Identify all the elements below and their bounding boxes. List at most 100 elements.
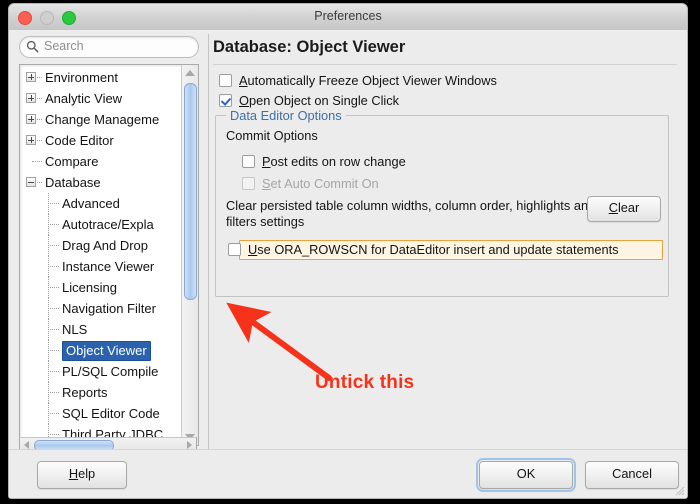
tree-item-label: NLS <box>62 319 87 340</box>
auto-commit-label-rest: et Auto Commit On <box>271 176 379 191</box>
tree-item-autotrace-expla[interactable]: Autotrace/Expla <box>20 214 180 235</box>
auto-commit-mnemonic: S <box>262 176 271 191</box>
window-body: Search EnvironmentAnalytic ViewChange Ma… <box>9 30 687 498</box>
tree-item-advanced[interactable]: Advanced <box>20 193 180 214</box>
auto-freeze-label: Automatically Freeze Object Viewer Windo… <box>239 73 497 88</box>
preferences-window: Preferences Search EnvironmentAnalytic V… <box>8 3 688 499</box>
single-click-checkbox-box[interactable] <box>219 94 232 107</box>
auto-freeze-checkbox-box[interactable] <box>219 74 232 87</box>
ora-rowscn-checkbox-box[interactable] <box>228 243 241 256</box>
scroll-right-icon[interactable] <box>187 441 192 449</box>
auto-commit-checkbox-box <box>242 177 255 190</box>
tree-item-analytic-view[interactable]: Analytic View <box>20 88 180 109</box>
post-edits-checkbox-box[interactable] <box>242 155 255 168</box>
tree-vertical-scrollbar[interactable] <box>181 65 198 445</box>
single-click-mnemonic: O <box>239 93 249 108</box>
tree-item-label: Analytic View <box>45 88 122 109</box>
screenshot-root: Preferences Search EnvironmentAnalytic V… <box>0 0 700 504</box>
post-edits-mnemonic: P <box>262 154 271 169</box>
single-click-label-rest: pen Object on Single Click <box>249 93 399 108</box>
ora-rowscn-mnemonic: U <box>248 242 257 257</box>
scroll-left-icon[interactable] <box>24 441 29 449</box>
tree-item-label: Navigation Filter <box>62 298 156 319</box>
tree-item-nls[interactable]: NLS <box>20 319 180 340</box>
page-title: Database: Object Viewer <box>213 38 405 57</box>
tree-guide-stub <box>48 329 59 331</box>
tree-item-database[interactable]: Database <box>20 172 180 193</box>
tree-guide-stub <box>32 161 42 163</box>
auto-freeze-label-rest: utomatically Freeze Object Viewer Window… <box>248 73 497 88</box>
cancel-button[interactable]: Cancel <box>585 461 679 489</box>
tree-item-object-viewer[interactable]: Object Viewer <box>20 340 180 361</box>
group-title: Data Editor Options <box>226 108 346 123</box>
tree-guide-stub <box>48 434 59 436</box>
tree-item-label: Licensing <box>62 277 117 298</box>
tree-guide-stub <box>48 350 59 352</box>
panel-divider <box>208 34 209 458</box>
data-editor-options-group: Data Editor Options Commit Options Post … <box>215 115 669 297</box>
window-title: Preferences <box>9 9 687 23</box>
tree-guide-stub <box>48 224 59 226</box>
expand-icon[interactable] <box>26 114 36 124</box>
help-button-mnemonic: H <box>69 466 78 481</box>
tree-item-compare[interactable]: Compare <box>20 151 180 172</box>
expand-icon[interactable] <box>26 135 36 145</box>
tree-item-sql-editor-code[interactable]: SQL Editor Code <box>20 403 180 424</box>
tree-guide-stub <box>48 413 59 415</box>
tree-item-list: EnvironmentAnalytic ViewChange ManagemeC… <box>20 67 180 446</box>
tree-guide-stub <box>48 245 59 247</box>
tree-item-label: Change Manageme <box>45 109 159 130</box>
clear-button-label-rest: lear <box>618 200 639 215</box>
tree-item-licensing[interactable]: Licensing <box>20 277 180 298</box>
expand-icon[interactable] <box>26 93 36 103</box>
tree-item-label: Advanced <box>62 193 120 214</box>
tree-guide-stub <box>48 287 59 289</box>
search-placeholder: Search <box>44 39 84 53</box>
sidebar: Search EnvironmentAnalytic ViewChange Ma… <box>17 34 202 452</box>
tree-guide-stub <box>48 392 59 394</box>
tree-guide-stub <box>48 266 59 268</box>
window-titlebar: Preferences <box>9 4 687 31</box>
tree-item-label: Reports <box>62 382 108 403</box>
ok-button[interactable]: OK <box>479 461 573 489</box>
tree-item-label: Environment <box>45 67 118 88</box>
tree-item-navigation-filter[interactable]: Navigation Filter <box>20 298 180 319</box>
tree-item-change-manageme[interactable]: Change Manageme <box>20 109 180 130</box>
help-button[interactable]: Help <box>37 461 127 489</box>
tree-item-label: PL/SQL Compile <box>62 361 158 382</box>
expand-icon[interactable] <box>26 72 36 82</box>
search-field[interactable]: Search <box>19 36 199 58</box>
clear-button-mnemonic: C <box>609 200 618 215</box>
ora-rowscn-label: Use ORA_ROWSCN for DataEditor insert and… <box>248 242 619 257</box>
resize-grip-icon[interactable] <box>673 484 685 496</box>
clear-persisted-description: Clear persisted table column widths, col… <box>226 198 608 230</box>
single-click-label: Open Object on Single Click <box>239 93 399 108</box>
tree-guide-stub <box>48 371 59 373</box>
tree-item-label: Compare <box>45 151 98 172</box>
tree-guide-stub <box>48 203 59 205</box>
tree-item-code-editor[interactable]: Code Editor <box>20 130 180 151</box>
tree-item-label: Drag And Drop <box>62 235 148 256</box>
post-edits-label: Post edits on row change <box>262 154 406 169</box>
tree-item-drag-and-drop[interactable]: Drag And Drop <box>20 235 180 256</box>
collapse-icon[interactable] <box>26 177 36 187</box>
tree-item-reports[interactable]: Reports <box>20 382 180 403</box>
ora-rowscn-label-rest: se ORA_ROWSCN for DataEditor insert and … <box>257 242 618 257</box>
tree-item-label: Instance Viewer <box>62 256 154 277</box>
auto-freeze-mnemonic: A <box>239 73 248 88</box>
annotation-text: Untick this <box>315 372 414 394</box>
tree-item-label: Database <box>45 172 101 193</box>
tree-item-pl-sql-compile[interactable]: PL/SQL Compile <box>20 361 180 382</box>
tree-item-label: Autotrace/Expla <box>62 214 154 235</box>
post-edits-label-rest: ost edits on row change <box>271 154 406 169</box>
tree-item-label: SQL Editor Code <box>62 403 160 424</box>
scroll-up-icon[interactable] <box>185 70 195 76</box>
tree-item-environment[interactable]: Environment <box>20 67 180 88</box>
tree-item-instance-viewer[interactable]: Instance Viewer <box>20 256 180 277</box>
tree-guide-stub <box>48 308 59 310</box>
clear-button[interactable]: Clear <box>587 196 661 222</box>
tree-item-label: Code Editor <box>45 130 114 151</box>
preferences-tree[interactable]: EnvironmentAnalytic ViewChange ManagemeC… <box>19 64 199 446</box>
vertical-scroll-thumb[interactable] <box>184 83 197 300</box>
auto-commit-label: Set Auto Commit On <box>262 176 379 191</box>
